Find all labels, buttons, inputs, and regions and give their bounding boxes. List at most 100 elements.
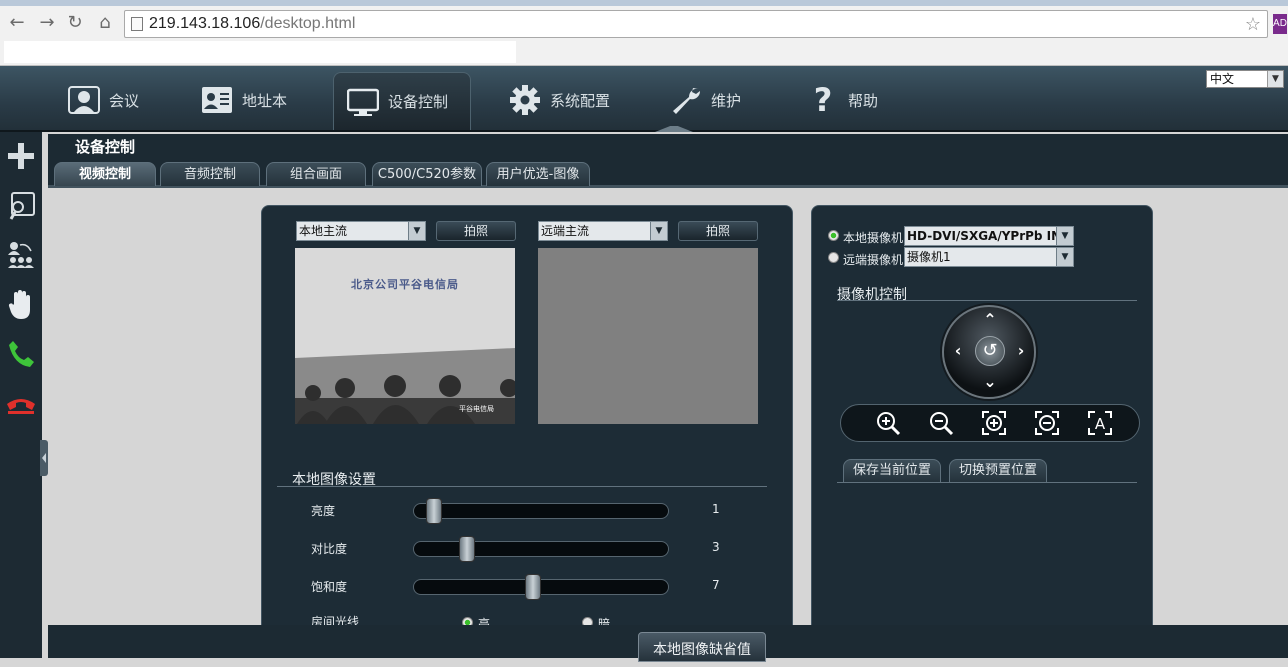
- monitor-icon: [346, 85, 380, 119]
- app-header: 会议 地址本 设备控制 系统配置 维护 ? 帮助: [0, 66, 1288, 132]
- switch-preset-button[interactable]: 切换预置位置: [949, 459, 1047, 482]
- tab-video-control[interactable]: 视频控制: [54, 162, 156, 186]
- camera-control-title: 摄像机控制: [837, 287, 907, 303]
- wall-sign-text: 北京公司平谷电信局: [351, 278, 459, 291]
- page-title: 设备控制: [48, 134, 1288, 160]
- left-toolbar: [0, 132, 42, 658]
- home-icon[interactable]: ⌂: [94, 12, 116, 34]
- tab-composite-layout[interactable]: 组合画面: [266, 162, 366, 186]
- forward-icon[interactable]: →: [36, 12, 58, 34]
- extension-button[interactable]: AD: [1273, 14, 1287, 34]
- focus-in-icon[interactable]: [981, 410, 1007, 436]
- remote-camera-label: 远端摄像机: [843, 253, 904, 267]
- local-stream-value: 本地主流: [299, 224, 348, 238]
- help-icon: ?: [813, 81, 833, 119]
- brightness-value: 1: [712, 502, 720, 516]
- local-snapshot-button[interactable]: 拍照: [436, 221, 516, 241]
- contrast-slider-thumb[interactable]: [459, 536, 476, 562]
- chevron-down-icon: ▼: [1267, 71, 1283, 87]
- nav-label: 帮助: [848, 91, 879, 110]
- chevron-down-icon: ▼: [408, 222, 425, 240]
- nav-maintenance[interactable]: 维护: [657, 74, 753, 126]
- zoom-out-icon[interactable]: [928, 410, 954, 436]
- ptz-home-icon[interactable]: ↺: [975, 336, 1005, 366]
- local-camera-source-select[interactable]: HD-DVI/SXGA/YPrPb IN 1 ▼: [904, 226, 1074, 246]
- browser-tab-strip: [0, 0, 1288, 6]
- pan-up-icon[interactable]: ⌃: [981, 311, 999, 329]
- saturation-slider-thumb[interactable]: [525, 574, 542, 600]
- local-camera-label: 本地摄像机: [843, 231, 904, 245]
- sidebar-collapse-handle[interactable]: [40, 440, 48, 476]
- language-value: 中文: [1210, 72, 1235, 86]
- brightness-slider-thumb[interactable]: [426, 498, 443, 524]
- hand-icon[interactable]: [3, 286, 39, 322]
- page-icon: [131, 17, 143, 31]
- contrast-slider[interactable]: [413, 536, 669, 562]
- contrast-label: 对比度: [311, 542, 348, 556]
- tab-user-preference-image[interactable]: 用户优选-图像: [486, 162, 590, 186]
- remote-stream-value: 远端主流: [541, 224, 590, 238]
- chevron-down-icon: ▼: [1056, 227, 1073, 245]
- nav-label: 设备控制: [388, 93, 449, 111]
- tab-audio-control[interactable]: 音频控制: [160, 162, 260, 186]
- zoom-in-icon[interactable]: [875, 410, 901, 436]
- tab-c500-params[interactable]: C500/C520参数: [372, 162, 482, 186]
- pan-right-icon[interactable]: ›: [1012, 342, 1030, 360]
- remote-snapshot-button[interactable]: 拍照: [678, 221, 758, 241]
- pan-down-icon[interactable]: ⌄: [981, 373, 999, 391]
- back-icon[interactable]: ←: [6, 12, 28, 34]
- remote-stream-select[interactable]: 远端主流 ▼: [538, 221, 668, 241]
- sub-tab-bar: 视频控制 音频控制 组合画面 C500/C520参数 用户优选-图像: [48, 160, 1288, 188]
- participants-icon[interactable]: [3, 236, 39, 272]
- section-divider: [277, 486, 767, 487]
- add-icon[interactable]: [3, 138, 39, 174]
- section-divider: [837, 482, 1137, 483]
- chevron-down-icon: ▼: [1056, 248, 1073, 266]
- nav-device-control[interactable]: 设备控制: [333, 72, 471, 130]
- local-camera-radio[interactable]: [828, 230, 839, 241]
- video-watermark: 平谷电信局: [459, 405, 494, 413]
- conference-icon: [67, 83, 101, 117]
- bookmark-star-icon[interactable]: ☆: [1245, 11, 1261, 37]
- conference-icon[interactable]: [3, 188, 39, 224]
- wrench-icon: [669, 83, 703, 117]
- nav-label: 系统配置: [550, 91, 611, 110]
- focus-out-icon[interactable]: [1034, 410, 1060, 436]
- brightness-slider[interactable]: [413, 498, 669, 524]
- language-select[interactable]: 中文 ▼: [1206, 70, 1284, 88]
- nav-label: 会议: [109, 91, 140, 110]
- local-camera-source-value: HD-DVI/SXGA/YPrPb IN 1: [907, 229, 1074, 243]
- local-video-preview: 北京公司平谷电信局 平谷电信局: [295, 248, 515, 424]
- contrast-value: 3: [712, 540, 720, 554]
- call-icon[interactable]: [3, 336, 39, 372]
- remote-camera-source-select[interactable]: 摄像机1 ▼: [904, 247, 1074, 267]
- nav-help[interactable]: ? 帮助: [794, 74, 890, 126]
- local-stream-select[interactable]: 本地主流 ▼: [296, 221, 426, 241]
- remote-camera-radio[interactable]: [828, 252, 839, 263]
- nav-label: 地址本: [242, 91, 288, 110]
- nav-conference[interactable]: 会议: [55, 74, 151, 126]
- gear-icon: [508, 83, 542, 117]
- hangup-icon[interactable]: [3, 386, 39, 422]
- remote-video-preview: [538, 248, 758, 424]
- nav-address-book[interactable]: 地址本: [188, 74, 299, 126]
- section-divider: [837, 300, 1137, 301]
- reload-icon[interactable]: ↻: [64, 12, 86, 34]
- saturation-value: 7: [712, 578, 720, 592]
- nav-system-config[interactable]: 系统配置: [496, 74, 622, 126]
- url-text: 219.143.18.106/desktop.html: [149, 15, 356, 32]
- nav-label: 维护: [711, 91, 742, 110]
- address-bar[interactable]: 219.143.18.106/desktop.html ☆: [124, 10, 1268, 38]
- brightness-label: 亮度: [311, 504, 336, 518]
- bookmarks-bar: [4, 41, 516, 63]
- save-position-button[interactable]: 保存当前位置: [843, 459, 941, 482]
- address-book-icon: [200, 83, 234, 117]
- auto-focus-icon[interactable]: A: [1087, 410, 1113, 436]
- chevron-down-icon: ▼: [650, 222, 667, 240]
- browser-chrome: ← → ↻ ⌂ 219.143.18.106/desktop.html ☆ AD: [0, 0, 1288, 66]
- saturation-label: 饱和度: [311, 580, 348, 594]
- pan-left-icon[interactable]: ‹: [949, 342, 967, 360]
- remote-camera-source-value: 摄像机1: [907, 250, 951, 264]
- svg-text:A: A: [1095, 415, 1106, 433]
- saturation-slider[interactable]: [413, 574, 669, 600]
